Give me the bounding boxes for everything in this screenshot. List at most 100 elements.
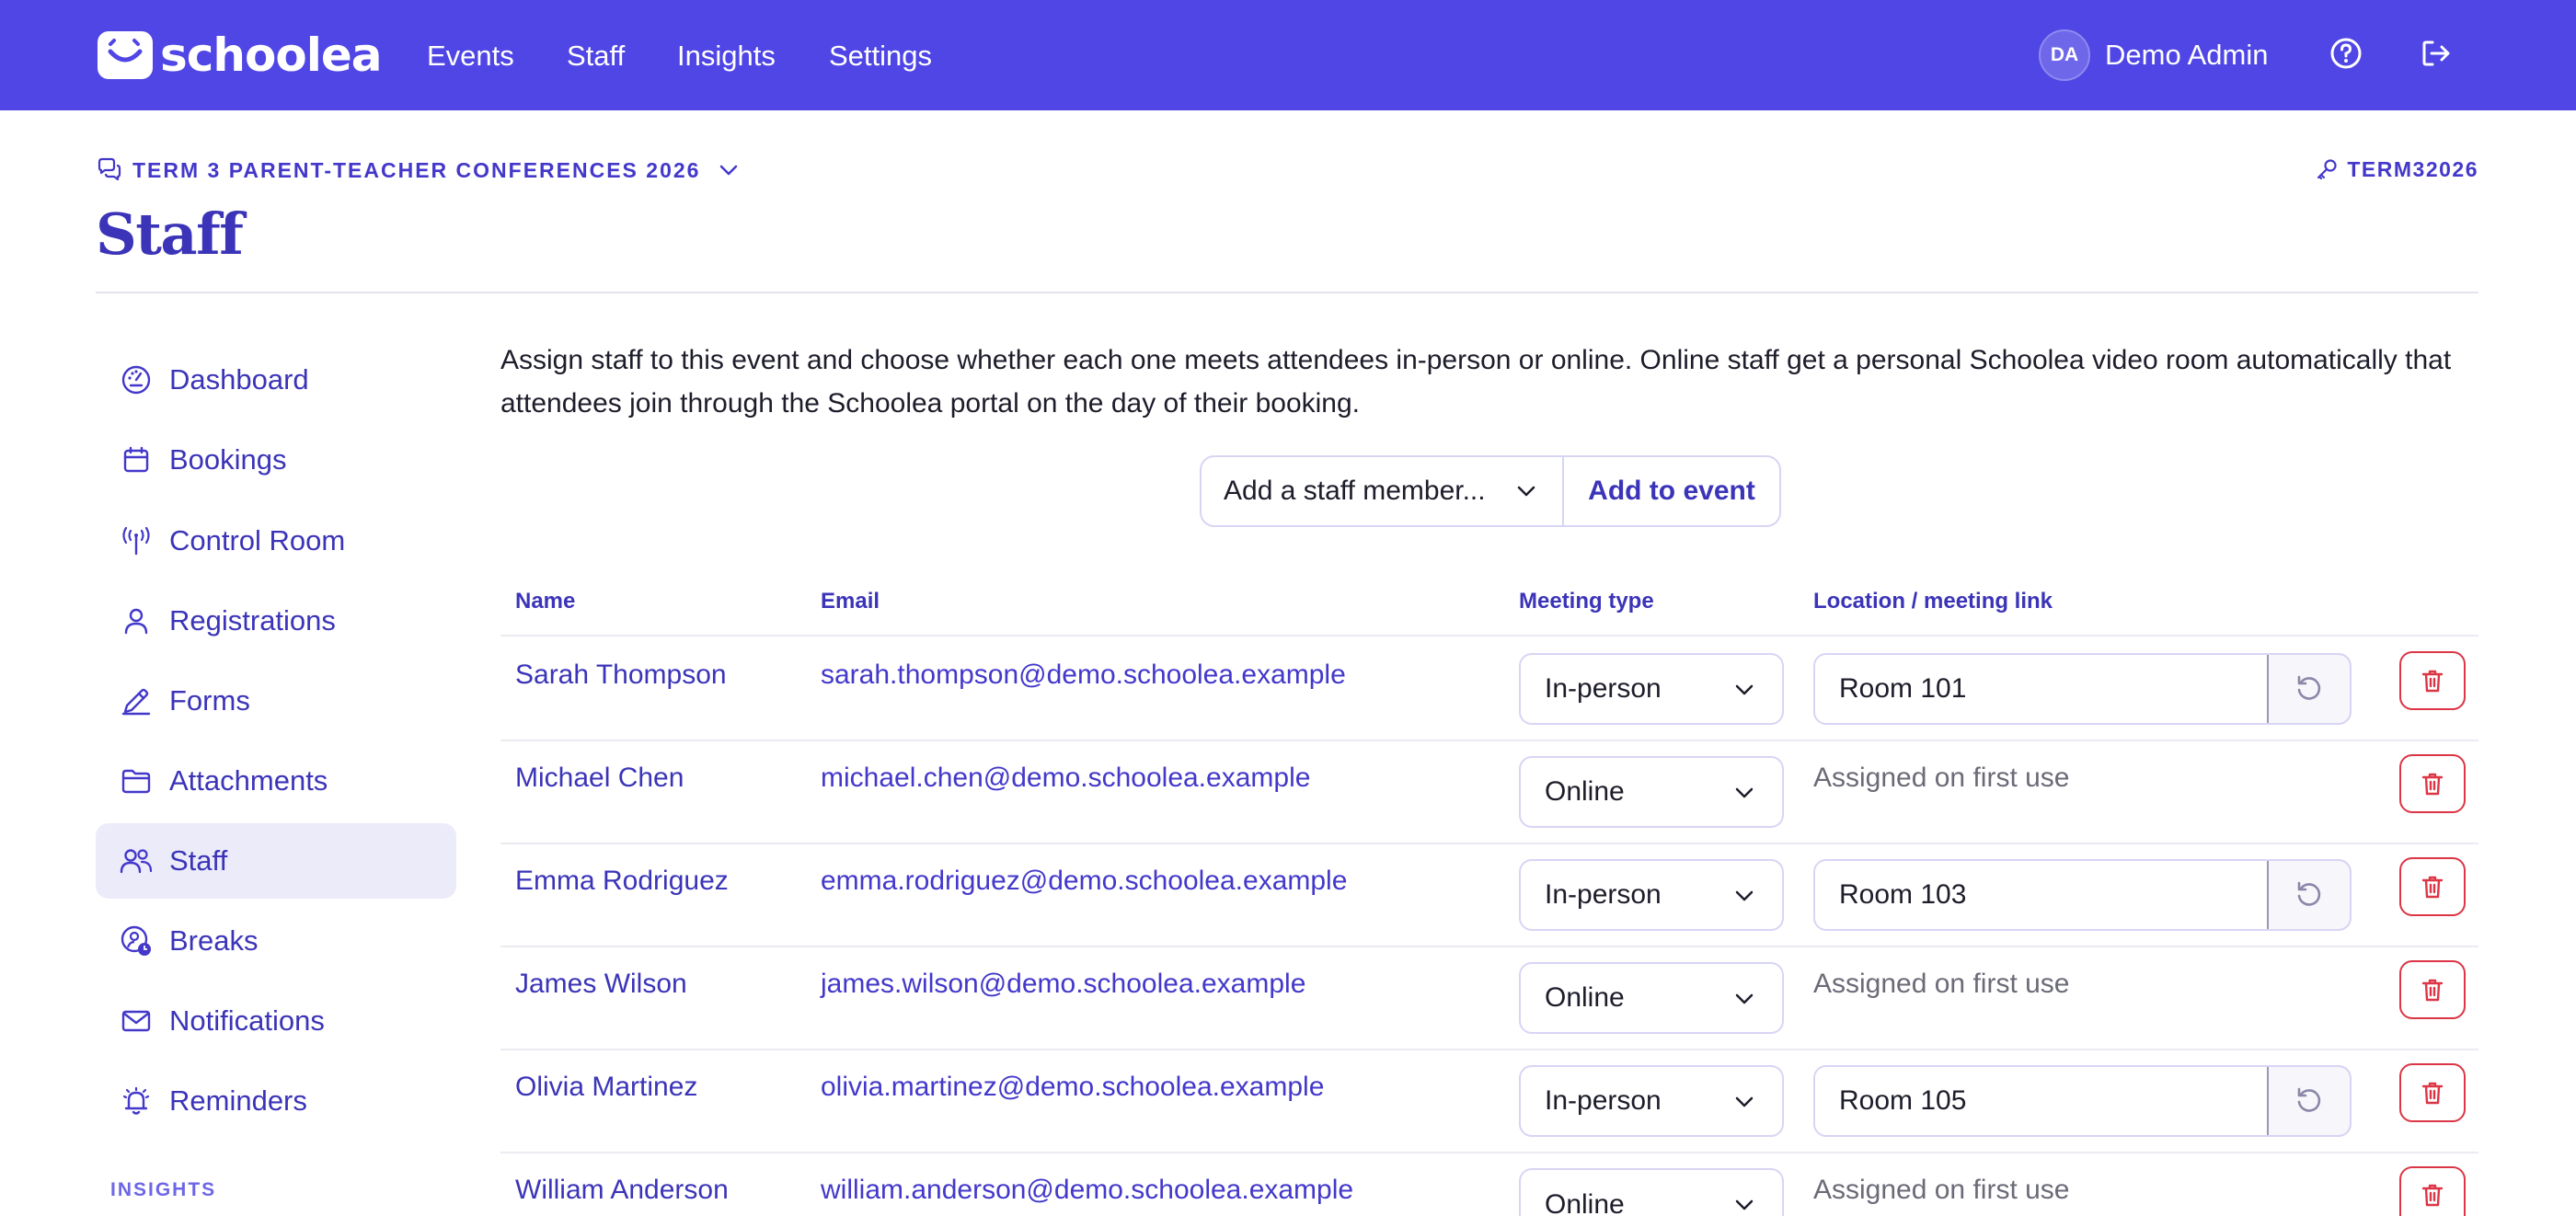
brand-name: schoolea	[160, 29, 382, 82]
staff-email: william.anderson@demo.schoolea.example	[821, 1175, 1354, 1205]
delete-staff-button[interactable]	[2399, 754, 2466, 813]
sidebar-item-attachments[interactable]: Attachments	[96, 743, 456, 819]
online-room-status: Assigned on first use	[1813, 763, 2070, 793]
reset-icon	[2297, 1087, 2321, 1112]
trash-icon	[2421, 979, 2444, 1002]
add-to-event-button[interactable]: Add to event	[1564, 457, 1779, 525]
location-field: Room 103	[1813, 859, 2352, 931]
sidebar-item-notifications[interactable]: Notifications	[96, 983, 456, 1059]
event-name: TERM 3 PARENT-TEACHER CONFERENCES 2026	[132, 157, 701, 182]
alarm-bell-icon	[118, 1083, 155, 1119]
meeting-type-value: Online	[1545, 982, 1625, 1013]
envelope-icon	[118, 1003, 155, 1039]
meeting-type-select[interactable]: In-person	[1519, 859, 1784, 931]
column-header-name: Name	[515, 589, 576, 614]
user-menu[interactable]: DA Demo Admin	[2039, 29, 2268, 81]
sidebar-item-registrations[interactable]: Registrations	[96, 583, 456, 659]
staff-name: James Wilson	[515, 969, 687, 999]
chevron-down-icon	[1735, 1199, 1754, 1210]
sidebar-item-reminders[interactable]: Reminders	[96, 1063, 456, 1139]
delete-staff-button[interactable]	[2399, 651, 2466, 710]
user-clock-icon	[118, 923, 155, 959]
reset-location-button[interactable]	[2269, 861, 2350, 929]
staff-email: emma.rodriguez@demo.schoolea.example	[821, 866, 1348, 896]
trash-icon	[2421, 773, 2444, 796]
reset-icon	[2297, 881, 2321, 906]
delete-staff-button[interactable]	[2399, 857, 2466, 916]
sidebar-item-staff[interactable]: Staff	[96, 823, 456, 899]
staff-name: Olivia Martinez	[515, 1072, 698, 1102]
chevron-down-icon	[1735, 787, 1754, 798]
location-input[interactable]: Room 101	[1815, 655, 2269, 723]
reset-icon	[2297, 675, 2321, 700]
nav-events[interactable]: Events	[427, 35, 514, 77]
online-room-status: Assigned on first use	[1813, 969, 2070, 999]
reset-location-button[interactable]	[2269, 1067, 2350, 1135]
chevron-down-icon	[720, 165, 738, 176]
top-navigation-bar: schoolea Events Staff Insights Settings …	[0, 0, 2576, 110]
sidebar-item-label: Dashboard	[169, 363, 309, 396]
sidebar-item-label: Reminders	[169, 1084, 307, 1117]
location-input[interactable]: Room 103	[1815, 861, 2269, 929]
trash-icon	[2421, 1082, 2444, 1105]
row-divider	[500, 1152, 2478, 1153]
logo-smile-icon	[98, 31, 153, 79]
meeting-type-select[interactable]: In-person	[1519, 653, 1784, 725]
sidebar-item-control-room[interactable]: Control Room	[96, 503, 456, 579]
sidebar-item-label: Registrations	[169, 604, 336, 637]
sidebar-item-dashboard[interactable]: Dashboard	[96, 342, 456, 418]
sidebar-item-label: Notifications	[169, 1004, 325, 1037]
row-divider	[500, 946, 2478, 947]
meeting-type-select[interactable]: Online	[1519, 962, 1784, 1034]
schoolea-logo[interactable]: schoolea	[98, 28, 382, 83]
nav-settings[interactable]: Settings	[829, 35, 932, 77]
event-code[interactable]: TERM32026	[2314, 156, 2478, 182]
sidebar-item-label: Bookings	[169, 443, 287, 476]
logout-icon[interactable]	[2418, 35, 2455, 72]
trash-icon	[2421, 670, 2444, 693]
delete-staff-button[interactable]	[2399, 1063, 2466, 1122]
meeting-type-value: In-person	[1545, 879, 1662, 910]
delete-staff-button[interactable]	[2399, 960, 2466, 1019]
sidebar-item-label: Control Room	[169, 524, 346, 556]
meeting-type-value: In-person	[1545, 673, 1662, 704]
trash-icon	[2421, 1184, 2444, 1207]
intro-text: Assign staff to this event and choose wh…	[500, 345, 2452, 419]
staff-name: Sarah Thompson	[515, 660, 727, 690]
sidebar-item-bookings[interactable]: Bookings	[96, 422, 456, 498]
staff-email: michael.chen@demo.schoolea.example	[821, 763, 1311, 793]
location-input[interactable]: Room 105	[1815, 1067, 2269, 1135]
reset-location-button[interactable]	[2269, 655, 2350, 723]
nav-staff[interactable]: Staff	[567, 35, 625, 77]
column-header-location: Location / meeting link	[1813, 589, 2053, 614]
staff-name: Emma Rodriguez	[515, 866, 729, 896]
broadcast-antenna-icon	[118, 522, 155, 559]
meeting-type-value: In-person	[1545, 1085, 1662, 1116]
meeting-type-select[interactable]: Online	[1519, 1168, 1784, 1216]
folder-icon	[118, 763, 155, 799]
sidebar-item-breaks[interactable]: Breaks	[96, 903, 456, 979]
person-icon	[118, 602, 155, 639]
delete-staff-button[interactable]	[2399, 1166, 2466, 1216]
sidebar-item-forms[interactable]: Forms	[96, 663, 456, 739]
meeting-type-value: Online	[1545, 776, 1625, 807]
dashboard-gauge-icon	[118, 361, 155, 398]
location-field: Room 105	[1813, 1065, 2352, 1137]
staff-email: olivia.martinez@demo.schoolea.example	[821, 1072, 1325, 1102]
chevron-down-icon	[1735, 890, 1754, 901]
nav-insights[interactable]: Insights	[677, 35, 776, 77]
table-header-divider	[500, 635, 2478, 637]
sidebar-item-label: Attachments	[169, 764, 328, 797]
meeting-type-select[interactable]: Online	[1519, 756, 1784, 828]
staff-email: james.wilson@demo.schoolea.example	[821, 969, 1306, 999]
meeting-type-value: Online	[1545, 1189, 1625, 1216]
staff-name: William Anderson	[515, 1175, 729, 1205]
event-selector[interactable]: TERM 3 PARENT-TEACHER CONFERENCES 2026	[96, 156, 741, 184]
column-header-meeting-type: Meeting type	[1519, 589, 1654, 614]
staff-name: Michael Chen	[515, 763, 684, 793]
meeting-type-select[interactable]: In-person	[1519, 1065, 1784, 1137]
help-icon[interactable]	[2328, 35, 2364, 72]
staff-member-select[interactable]: Add a staff member...	[1202, 457, 1564, 525]
location-field: Room 101	[1813, 653, 2352, 725]
staff-member-select-value: Add a staff member...	[1224, 476, 1486, 506]
